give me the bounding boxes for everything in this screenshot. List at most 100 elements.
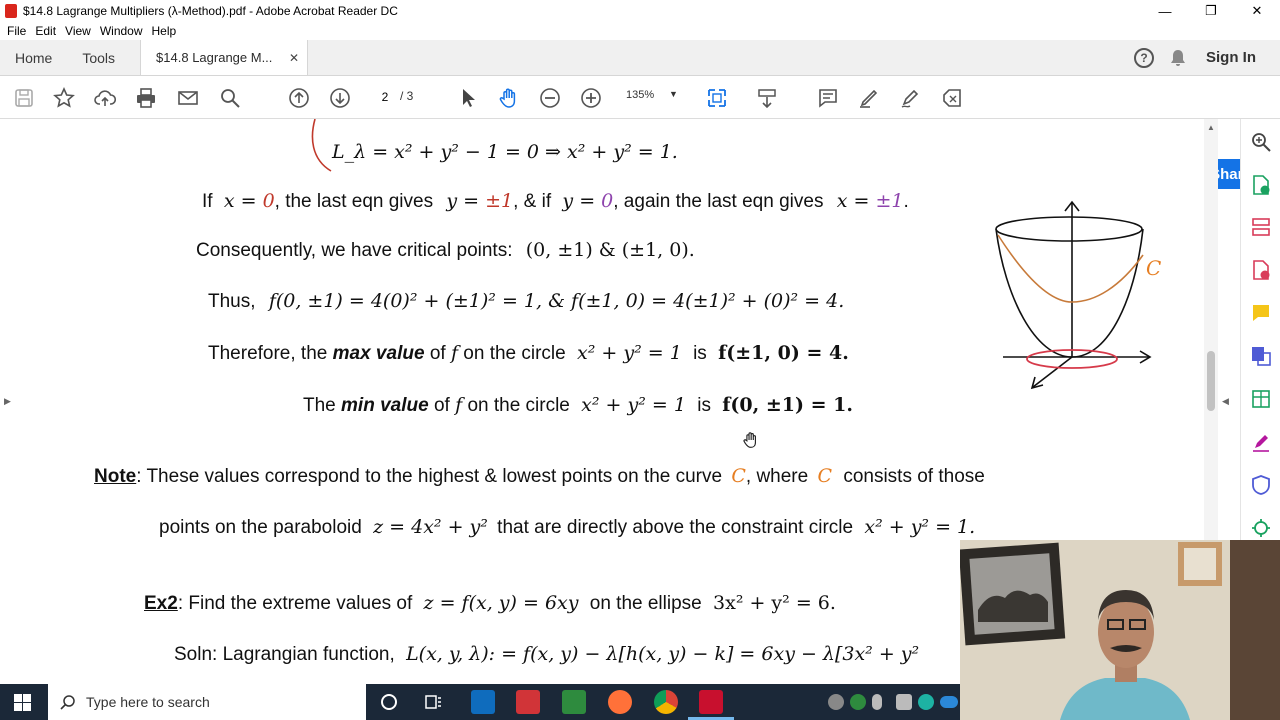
protect-icon[interactable] [1250, 474, 1272, 496]
value-zero: 0 [601, 190, 614, 212]
firefox-icon[interactable] [608, 690, 632, 714]
microphone-tray-icon[interactable] [872, 694, 882, 710]
fill-sign-tool-icon[interactable] [1250, 431, 1272, 453]
tab-home[interactable]: Home [0, 40, 67, 75]
ex2-function: z = f(x, y) = 6xy [423, 592, 579, 614]
text-if: If [202, 191, 213, 212]
text-of: of [433, 395, 450, 416]
note-line: Note: These values correspond to the hig… [94, 465, 985, 488]
minimize-button[interactable]: — [1142, 0, 1188, 22]
zoom-level[interactable]: 135% [626, 89, 654, 101]
value-zero: 0 [262, 190, 275, 212]
star-icon[interactable] [52, 86, 76, 110]
text-on-circle: on the circle [467, 395, 570, 416]
paraboloid-figure [995, 200, 1152, 390]
fit-page-icon[interactable] [705, 86, 729, 110]
example-2-line: Ex2: Find the extreme values of z = f(x,… [144, 592, 836, 615]
organize-pages-icon[interactable] [1250, 216, 1272, 238]
mail-icon[interactable] [176, 86, 200, 110]
more-tools-icon[interactable] [1250, 517, 1272, 539]
lagrangian-function: L(x, y, λ): = f(x, y) − λ[h(x, y) − k] =… [406, 643, 920, 665]
highlight-pen-icon[interactable] [857, 86, 881, 110]
scroll-up-icon[interactable]: ▲ [1207, 123, 1215, 132]
var-x: x [223, 190, 235, 212]
maximize-button[interactable]: ❐ [1188, 0, 1234, 22]
left-panel-toggle-icon[interactable]: ▶ [4, 396, 11, 407]
text-min-value: min value [341, 395, 429, 416]
text-therefore: Therefore, the [208, 343, 328, 364]
zoom-search-icon[interactable] [1250, 131, 1272, 153]
security-tray-icon[interactable] [850, 694, 866, 710]
text-is: is [697, 395, 711, 416]
task-view-icon[interactable] [425, 693, 443, 711]
circle-equation: x² + y² = 1. [864, 516, 976, 538]
cloud-upload-icon[interactable] [93, 86, 117, 110]
help-icon[interactable]: ? [1134, 47, 1154, 68]
tab-tools[interactable]: Tools [67, 40, 130, 75]
onedrive-icon[interactable] [940, 696, 958, 708]
hand-tool-icon[interactable] [497, 86, 521, 110]
menu-file[interactable]: File [7, 24, 26, 38]
page-number-input[interactable]: 2 [371, 86, 399, 108]
zoom-out-icon[interactable] [538, 86, 562, 110]
note-line-2: points on the paraboloid z = 4x² + y² th… [159, 516, 975, 539]
excel-export-icon[interactable] [1250, 388, 1272, 410]
right-panel-toggle-icon[interactable]: ◀ [1222, 396, 1229, 407]
text-paraboloid: points on the paraboloid [159, 517, 362, 538]
save-icon[interactable] [12, 86, 36, 110]
bell-icon[interactable] [1170, 49, 1186, 67]
text-the: The [303, 395, 336, 416]
select-cursor-icon[interactable] [456, 86, 480, 110]
export-pdf-icon[interactable] [1250, 174, 1272, 196]
create-pdf-icon[interactable] [1250, 259, 1272, 281]
close-tab-icon[interactable]: ✕ [289, 51, 299, 65]
tab-document[interactable]: $14.8 Lagrange M... ✕ [140, 40, 309, 75]
windows-start-icon[interactable] [14, 694, 31, 711]
tray-icon[interactable] [896, 694, 912, 710]
combine-files-icon[interactable] [1250, 345, 1272, 367]
search-icon [60, 695, 75, 710]
outlook-icon[interactable] [471, 690, 495, 714]
scroll-mode-icon[interactable] [755, 86, 779, 110]
menu-bar: File Edit View Window Help [0, 22, 1280, 40]
curve-c-label: C [1146, 256, 1162, 280]
close-window-button[interactable]: ✕ [1234, 0, 1280, 22]
eq-sign: = [234, 190, 263, 212]
menu-view[interactable]: View [65, 24, 91, 38]
red-app-icon[interactable] [516, 690, 540, 714]
min-result: f(0, ±1) = 1. [722, 394, 853, 416]
cortana-icon[interactable] [380, 693, 398, 711]
menu-help[interactable]: Help [152, 24, 177, 38]
print-icon[interactable] [134, 86, 158, 110]
fill-sign-icon[interactable] [940, 86, 964, 110]
zoom-in-icon[interactable] [579, 86, 603, 110]
search-icon[interactable] [218, 86, 242, 110]
text-thus: Thus, [208, 291, 256, 312]
text-of: of [429, 343, 446, 364]
taskbar-search[interactable]: Type here to search [48, 684, 366, 720]
page-up-icon[interactable] [287, 86, 311, 110]
page-down-icon[interactable] [328, 86, 352, 110]
sign-in-button[interactable]: Sign In [1206, 49, 1256, 66]
acrobat-taskbar-icon[interactable] [699, 690, 723, 714]
chrome-icon[interactable] [654, 690, 678, 714]
scrollbar-thumb[interactable] [1207, 351, 1215, 411]
text-above-circle: that are directly above the constraint c… [497, 517, 854, 538]
curve-c: C [817, 465, 833, 487]
comment-icon[interactable] [816, 86, 840, 110]
page-count: / 3 [400, 89, 414, 103]
menu-edit[interactable]: Edit [35, 24, 56, 38]
comment-tool-icon[interactable] [1250, 302, 1272, 324]
geogebra-icon[interactable] [562, 690, 586, 714]
draw-icon[interactable] [898, 86, 922, 110]
zoom-dropdown-icon[interactable]: ▼ [669, 89, 678, 99]
window-title: $14.8 Lagrange Multipliers (λ-Method).pd… [23, 4, 398, 18]
text-soln: Soln: Lagrangian function, [174, 644, 395, 665]
skype-tray-icon[interactable] [828, 694, 844, 710]
curve-c: C [731, 465, 746, 487]
var-y: y [446, 190, 458, 212]
menu-window[interactable]: Window [100, 24, 143, 38]
critical-case-line: If x = 0, the last eqn gives y = ±1, & i… [202, 190, 909, 213]
tray-app-icon[interactable] [918, 694, 934, 710]
ex2-label: Ex2 [144, 593, 178, 614]
